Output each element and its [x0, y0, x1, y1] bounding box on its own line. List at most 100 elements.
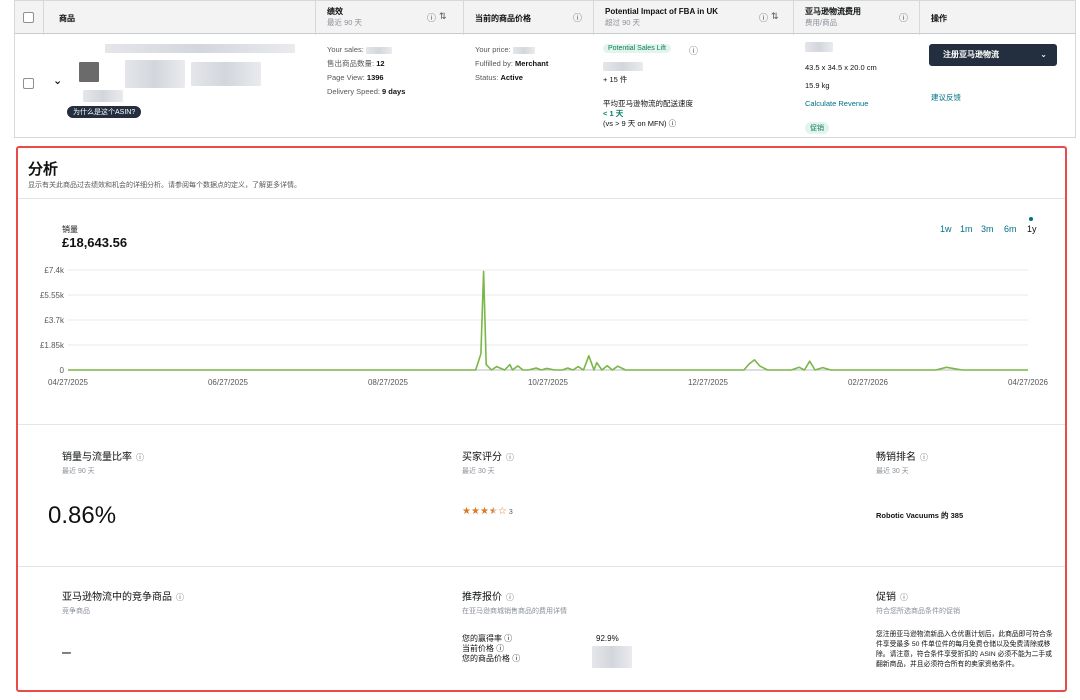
fba-speed-compare: (vs > 9 天 on MFN) ⓘ — [603, 119, 677, 128]
perf-units: 售出商品数量: 12 — [327, 59, 385, 68]
header-fba-impact[interactable]: Potential Impact of FBA in UK 超过 90 天 — [605, 6, 718, 28]
price-values-hidden — [592, 646, 632, 668]
divider — [315, 1, 316, 35]
x-tick-label: 02/27/2026 — [848, 378, 889, 387]
why-this-asin-badge[interactable]: 为什么是这个ASIN? — [67, 106, 142, 118]
sort-icon[interactable]: ⇅ — [439, 11, 447, 22]
info-icon[interactable]: ⓘ — [506, 453, 514, 462]
y-tick-label: £1.85k — [40, 341, 65, 350]
divider — [463, 1, 464, 35]
price-status: Status: Active — [475, 73, 523, 82]
sales-chart: 0 £1.85k £3.7k £5.55k £7.4k 04/27/2025 06/27/2… — [40, 266, 1049, 387]
row-checkbox[interactable] — [23, 78, 34, 89]
ratio-title: 销量与流量比率 ⓘ — [62, 452, 144, 463]
sales-value-hidden — [365, 46, 392, 54]
calculate-revenue-link[interactable]: Calculate Revenue — [805, 98, 868, 109]
promo-text: 您注册亚马逊物流新品入仓优惠计划后，此商品即可符合条件享受最多 50 件单位件的… — [876, 631, 1053, 668]
sort-icon[interactable]: ⇅ — [771, 11, 779, 22]
product-title-line-2 — [125, 60, 185, 88]
win-rate-label: 您的赢得率 ⓘ — [462, 634, 513, 643]
rank-value: Robotic Vacuums 的 385 — [876, 511, 964, 520]
range-6m[interactable]: 6m — [1004, 224, 1017, 234]
competition-title: 亚马逊物流中的竞争商品 ⓘ — [62, 592, 184, 603]
divider — [793, 1, 794, 35]
win-rate-value: 92.9% — [596, 634, 619, 643]
header-actions: 操作 — [931, 14, 947, 23]
info-icon[interactable]: ⓘ — [496, 644, 504, 653]
fba-lift-hidden — [603, 62, 643, 71]
analysis-description: 显示有关此商品过去绩效和机会的详细分析。请参阅每个数据点的定义，了解更多详情。 — [28, 182, 301, 189]
register-fba-button[interactable]: 注册亚马逊物流 ⌄ — [929, 44, 1057, 66]
range-1m[interactable]: 1m — [960, 224, 973, 234]
fba-units: + 15 件 — [603, 75, 628, 84]
divider — [18, 566, 1065, 567]
divider — [593, 1, 594, 35]
info-icon[interactable]: ⓘ — [669, 119, 677, 128]
x-tick-label: 12/27/2025 — [688, 378, 729, 387]
fees-dimensions: 43.5 x 34.5 x 20.0 cm — [805, 63, 877, 72]
x-tick-label: 04/27/2025 — [48, 378, 89, 387]
divider — [18, 424, 1065, 425]
info-icon[interactable]: ⓘ — [176, 593, 184, 602]
info-icon[interactable]: ⓘ — [920, 453, 928, 462]
star-full-icon: ★ — [479, 506, 489, 517]
active-range-dot — [1029, 217, 1033, 221]
info-icon[interactable]: ⓘ — [900, 593, 908, 602]
divider — [919, 1, 920, 35]
sales-series-line — [68, 270, 1028, 371]
header-price[interactable]: 当前的商品价格 — [475, 13, 531, 24]
question-circle-icon[interactable]: ⓘ — [573, 11, 582, 24]
rating-stars[interactable]: ★★★★☆ 3 — [462, 506, 513, 517]
table-header: 商品 绩效 最近 90 天 ⓘ ⇅ 当前的商品价格 ⓘ Potential Im… — [14, 0, 1076, 35]
question-circle-icon[interactable]: ⓘ — [427, 11, 436, 24]
info-icon[interactable]: ⓘ — [689, 44, 698, 57]
chevron-down-icon[interactable]: ⌄ — [53, 74, 62, 87]
analysis-title: 分析 — [28, 161, 59, 178]
info-icon[interactable]: ⓘ — [512, 654, 520, 663]
range-1w[interactable]: 1w — [940, 224, 952, 234]
header-product: 商品 — [59, 14, 75, 23]
rank-title: 畅销排名 ⓘ — [876, 452, 928, 463]
product-title-line-3 — [191, 62, 261, 86]
offer-title: 推荐报价 ⓘ — [462, 592, 514, 603]
select-all-checkbox[interactable] — [23, 12, 34, 23]
sales-label: 销量 — [62, 225, 78, 234]
rating-sub: 最近 30 天 — [462, 468, 495, 475]
perf-pageview: Page View: 1396 — [327, 73, 384, 82]
ratio-sub: 最近 90 天 — [62, 468, 95, 475]
product-image[interactable] — [79, 62, 99, 82]
current-price-label: 当前价格 ⓘ — [462, 644, 505, 653]
analysis-panel: 分析 显示有关此商品过去绩效和机会的详细分析。请参阅每个数据点的定义，了解更多详… — [16, 146, 1067, 692]
header-fees[interactable]: 亚马逊物流费用 费用/商品 — [805, 6, 861, 28]
ratio-value: 0.86% — [48, 502, 117, 529]
range-1y[interactable]: 1y — [1027, 224, 1037, 234]
range-3m[interactable]: 3m — [981, 224, 994, 234]
y-tick-label: £7.4k — [44, 266, 65, 275]
rank-sub: 最近 30 天 — [876, 468, 909, 475]
chevron-down-icon[interactable]: ⌄ — [1040, 44, 1047, 66]
sales-value: £18,643.56 — [62, 235, 128, 250]
x-tick-label: 10/27/2025 — [528, 378, 569, 387]
perf-sales: Your sales: — [327, 44, 392, 55]
product-row: ⌄ 为什么是这个ASIN? Your sales: 售出商品数量: 12 Pag… — [14, 34, 1076, 138]
x-tick-label: 06/27/2025 — [208, 378, 249, 387]
info-icon[interactable]: ⓘ — [506, 593, 514, 602]
perf-delivery: Delivery Speed: 9 days — [327, 87, 406, 96]
header-performance[interactable]: 绩效 最近 90 天 — [327, 6, 362, 28]
competition-value: – — [62, 644, 71, 661]
product-title[interactable] — [105, 44, 295, 53]
promo-title: 促销 ⓘ — [876, 592, 908, 603]
rating-title: 买家评分 ⓘ — [462, 452, 514, 463]
price-fulfilled: Fulfilled by: Merchant — [475, 59, 549, 68]
y-tick-label: 0 — [60, 366, 65, 375]
question-circle-icon[interactable]: ⓘ — [759, 11, 768, 24]
info-icon[interactable]: ⓘ — [504, 634, 512, 643]
competition-sub: 竞争商品 — [62, 608, 90, 615]
feedback-link[interactable]: 建议反馈 — [931, 92, 961, 103]
register-fba-label: 注册亚马逊物流 — [943, 50, 999, 59]
question-circle-icon[interactable]: ⓘ — [899, 11, 908, 24]
potential-sales-lift-badge: Potential Sales Lift — [603, 44, 671, 53]
offer-sub: 在亚马逊商城销售商品的费用详情 — [462, 608, 567, 615]
divider — [18, 198, 1065, 199]
info-icon[interactable]: ⓘ — [136, 453, 144, 462]
